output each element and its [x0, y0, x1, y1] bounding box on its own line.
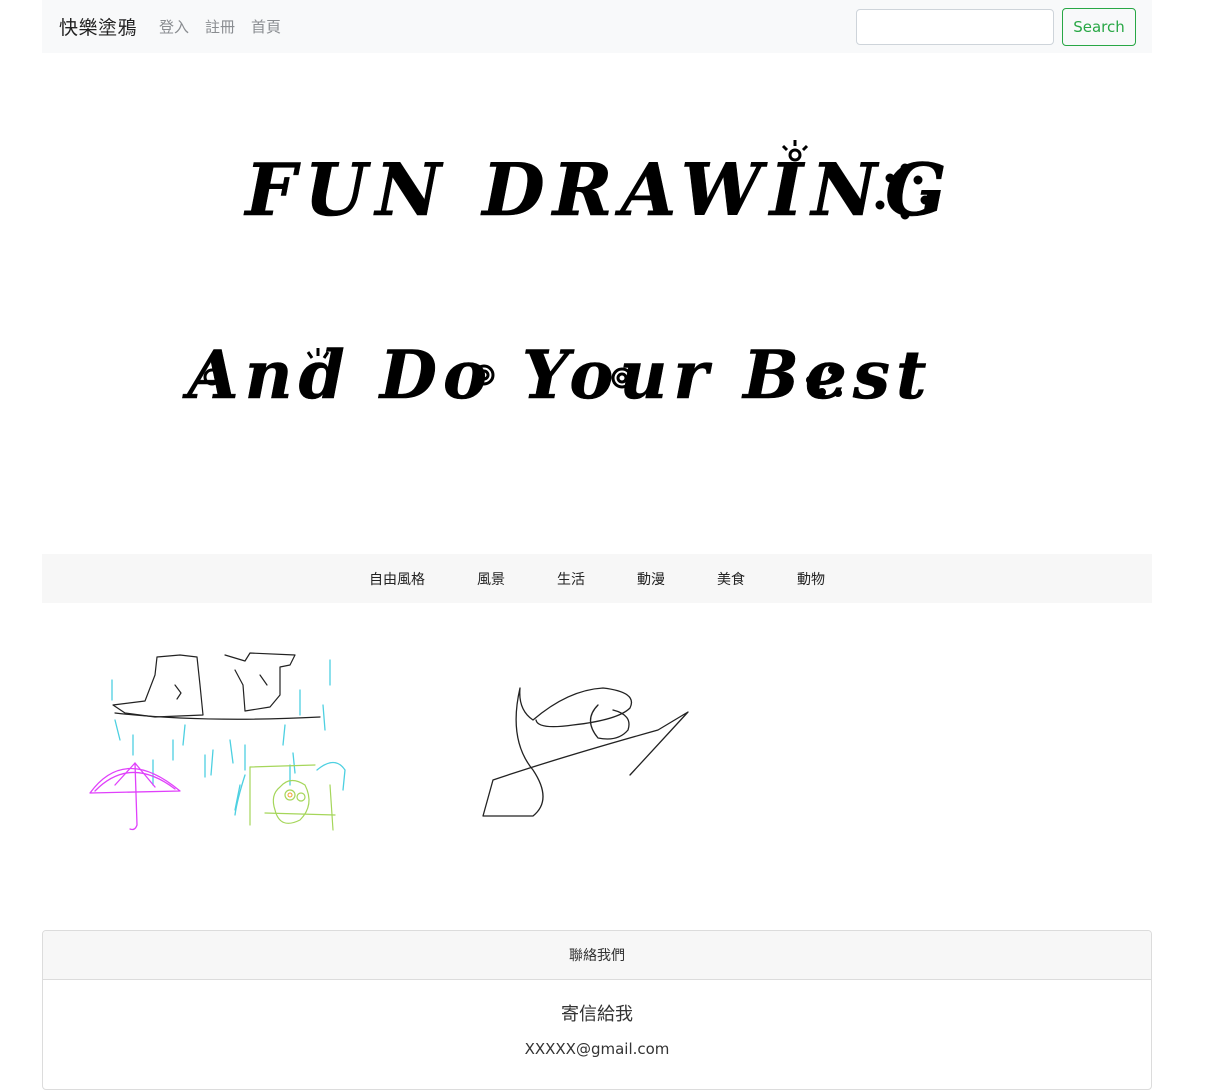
banner-line2-text: And Do Your Best — [181, 336, 932, 414]
brand-logo[interactable]: 快樂塗鴉 — [59, 13, 137, 40]
nav-link-home[interactable]: 首頁 — [243, 16, 289, 37]
contact-email[interactable]: XXXXX@gmail.com — [43, 1040, 1151, 1058]
contact-title: 寄信給我 — [561, 1004, 633, 1025]
category-freestyle[interactable]: 自由風格 — [343, 569, 451, 589]
banner-image: FUN DRAWING And Do Your Best — [181, 140, 954, 414]
nav-link-login[interactable]: 登入 — [151, 16, 197, 37]
category-scenery[interactable]: 風景 — [451, 569, 531, 589]
search-form: Search — [856, 7, 1136, 46]
nav-link-register[interactable]: 註冊 — [197, 16, 243, 37]
nav-links: 登入 註冊 首頁 — [151, 16, 289, 37]
category-food[interactable]: 美食 — [691, 569, 771, 589]
contact-card: 聯絡我們 寄信給我 XXXXX@gmail.com — [42, 930, 1152, 1090]
category-nav: 自由風格 風景 生活 動漫 美食 動物 — [42, 554, 1152, 603]
gallery-drawing-rain[interactable] — [85, 645, 355, 840]
category-animals[interactable]: 動物 — [771, 569, 851, 589]
scribble-path — [482, 687, 689, 817]
contact-card-header: 聯絡我們 — [43, 931, 1151, 980]
category-anime[interactable]: 動漫 — [611, 569, 691, 589]
category-life[interactable]: 生活 — [531, 569, 611, 589]
top-navbar: 快樂塗鴉 登入 註冊 首頁 Search — [42, 0, 1152, 53]
search-input[interactable] — [856, 8, 1054, 45]
search-button[interactable]: Search — [1062, 7, 1136, 46]
gallery-drawing-scribble[interactable] — [478, 680, 698, 825]
banner-line1-text: FUN DRAWING — [243, 147, 954, 232]
